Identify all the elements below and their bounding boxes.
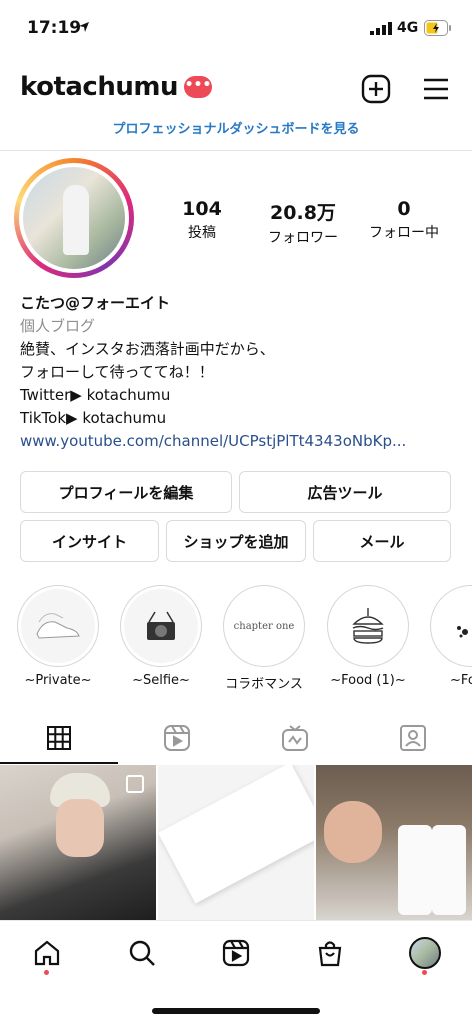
post-thumbnail[interactable] <box>316 765 472 920</box>
followers-count[interactable]: 20.8万 フォロワー <box>253 198 353 247</box>
header-divider <box>0 150 472 151</box>
multi-photo-icon <box>126 775 144 793</box>
grid-icon <box>47 726 71 750</box>
highlight-food[interactable]: ~Food (1)~ <box>327 585 409 688</box>
posts-count[interactable]: 104 投稿 <box>152 198 252 242</box>
email-button[interactable]: メール <box>313 520 451 562</box>
nav-reels[interactable] <box>216 933 256 973</box>
posts-grid <box>0 765 472 920</box>
plus-square-icon[interactable] <box>361 74 391 104</box>
bio-line: TikTok▶ kotachumu <box>20 409 167 427</box>
nav-home[interactable] <box>27 933 67 973</box>
profile-category: 個人ブログ <box>20 317 96 335</box>
highlight-cover-text: chapter one <box>227 589 301 663</box>
bio-line: フォローして待っててね！！ <box>20 363 214 381</box>
profile-avatar-ring[interactable] <box>14 158 134 278</box>
home-notification-dot <box>44 970 49 975</box>
battery-icon <box>424 20 451 36</box>
username-title[interactable]: kotachumu <box>20 72 178 102</box>
tagged-icon <box>400 725 426 751</box>
nav-search[interactable] <box>122 933 162 973</box>
burger-icon <box>331 589 405 663</box>
bottom-navigation <box>0 920 472 990</box>
profile-tabs <box>0 712 472 764</box>
post-thumbnail[interactable] <box>158 765 314 920</box>
post-thumbnail[interactable] <box>0 765 156 920</box>
reels-icon <box>222 939 250 967</box>
location-arrow-icon <box>79 22 89 32</box>
highlight-collab[interactable]: chapter one コラボマンス <box>223 585 305 692</box>
profile-header: kotachumu ••• <box>0 66 472 114</box>
home-indicator <box>152 1008 320 1014</box>
nav-shop[interactable] <box>310 933 350 973</box>
profile-bio: こたつ@フォーエイト 個人ブログ 絶賛、インスタお洒落計画中だから、 フォローし… <box>20 292 460 453</box>
display-name: こたつ@フォーエイト <box>20 294 171 312</box>
bio-website-link[interactable]: www.youtube.com/channel/UCPstjPlTt4343oN… <box>20 430 460 453</box>
tab-reels[interactable] <box>118 712 236 764</box>
search-icon <box>129 940 155 966</box>
sneakers-image <box>21 589 95 663</box>
profile-notification-dot <box>422 970 427 975</box>
igtv-icon <box>282 725 308 751</box>
edit-profile-button[interactable]: プロフィールを編集 <box>20 471 232 513</box>
nav-profile[interactable] <box>405 933 445 973</box>
hamburger-icon[interactable] <box>422 76 450 102</box>
tab-igtv[interactable] <box>236 712 354 764</box>
status-time: 17:19 <box>27 18 82 38</box>
ad-tools-button[interactable]: 広告ツール <box>239 471 451 513</box>
reels-icon <box>164 725 190 751</box>
status-bar: 17:19 4G <box>0 0 472 58</box>
professional-dashboard-link[interactable]: プロフェッショナルダッシュボードを見る <box>0 118 472 137</box>
tab-posts[interactable] <box>0 712 118 764</box>
tab-tagged[interactable] <box>354 712 472 764</box>
profile-avatar <box>409 937 441 969</box>
highlight-food-2[interactable]: ~Food <box>430 585 472 688</box>
signal-icon <box>370 22 392 35</box>
notification-badge[interactable]: ••• <box>184 76 212 98</box>
profile-avatar <box>23 167 125 269</box>
bio-line: Twitter▶ kotachumu <box>20 386 171 404</box>
active-tab-indicator <box>0 762 118 764</box>
add-shop-button[interactable]: ショップを追加 <box>166 520 306 562</box>
camera-image <box>124 589 198 663</box>
bio-line: 絶賛、インスタお洒落計画中だから、 <box>20 340 275 358</box>
shop-icon <box>318 941 342 967</box>
following-count[interactable]: 0 フォロー中 <box>354 198 454 242</box>
home-icon <box>34 940 60 966</box>
network-type: 4G <box>397 20 419 36</box>
highlight-private[interactable]: ~Private~ <box>17 585 99 688</box>
highlight-selfie[interactable]: ~Selfie~ <box>120 585 202 688</box>
insights-button[interactable]: インサイト <box>20 520 159 562</box>
